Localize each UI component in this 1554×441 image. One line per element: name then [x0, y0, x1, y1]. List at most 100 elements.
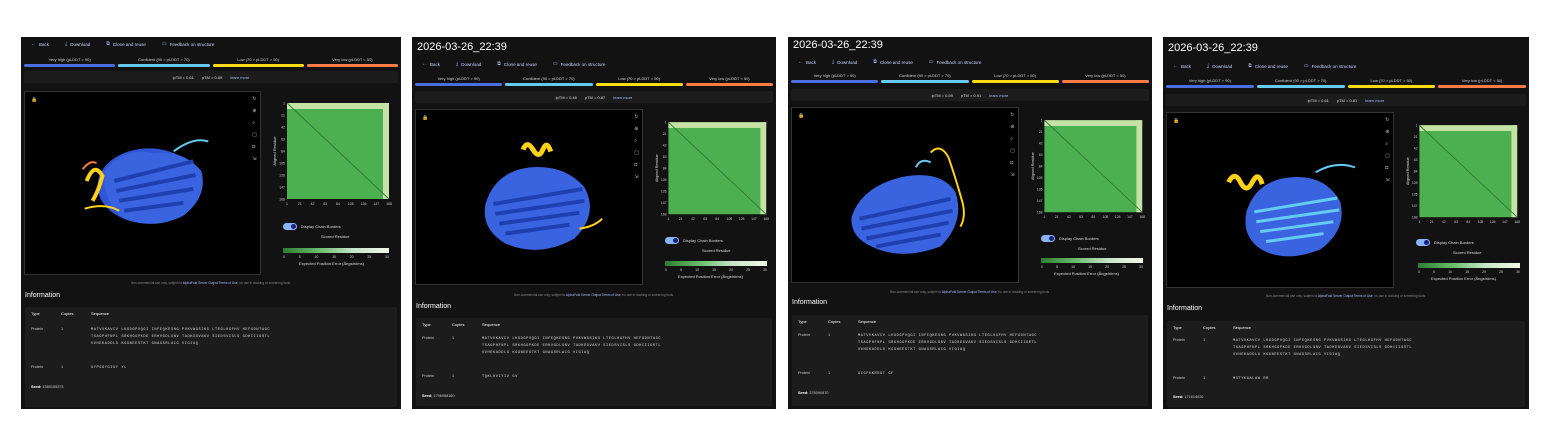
legend-confident: Confident (90 > pLDDT > 70)	[1256, 77, 1345, 88]
pae-high-error-band	[1511, 125, 1518, 218]
learn-more-link[interactable]: learn more	[989, 93, 1008, 98]
clone-button[interactable]: ⧉ Clone and reuse	[106, 41, 146, 47]
pae-x-tick: 63	[1454, 220, 1458, 224]
select-icon[interactable]: ▢	[252, 132, 257, 138]
measure-icon[interactable]: ⇲	[1010, 172, 1015, 178]
clone-icon: ⧉	[873, 59, 877, 65]
zoom-icon[interactable]: ⌕	[634, 138, 639, 144]
download-button[interactable]: ⤓ Download	[832, 59, 857, 65]
pae-x-tick: 21	[1430, 220, 1434, 224]
feedback-button[interactable]: ▭ Feedback on structure	[1304, 63, 1357, 69]
back-button[interactable]: ← Back	[1173, 63, 1191, 69]
pae-x-tick: 1	[286, 202, 288, 206]
select-icon[interactable]: ▢	[1010, 148, 1015, 154]
feedback-button[interactable]: ▭ Feedback on structure	[553, 61, 606, 67]
terms-link[interactable]: AlphaFold Server Output Terms of Use	[1318, 294, 1373, 298]
info-header: Type Copies Sequence	[31, 311, 110, 316]
info-row-2: Protein 1 MSTYKGALAW RR	[1173, 376, 1269, 381]
select-icon[interactable]: ▢	[1385, 153, 1390, 159]
target-icon[interactable]: ⊕	[634, 126, 639, 132]
back-button[interactable]: ← Back	[31, 41, 49, 47]
info-row-1: Protein 1 MATVVKAVCV LKGDGPVQGI INFEQKESNG…	[31, 327, 271, 346]
pae-x-tick: 168	[1514, 220, 1520, 224]
pae-y-tick: 147	[661, 201, 667, 205]
measure-icon[interactable]: ⇲	[634, 174, 639, 180]
chain-borders-toggle-row: Display Chain Borders	[1416, 239, 1474, 246]
clone-icon: ⧉	[1248, 63, 1252, 69]
pae-x-tick: 42	[1442, 220, 1446, 224]
pae-y-axis-label: Aligned Residue	[655, 154, 659, 182]
target-icon[interactable]: ⊕	[1385, 129, 1390, 135]
terms-link[interactable]: AlphaFold Server Output Terms of Use	[183, 281, 238, 285]
structure-viewer[interactable]: 🔒 ↻ ⊕ ⌕ ▢ ◘ ⇲	[415, 109, 643, 285]
pae-y-tick: 42	[1414, 147, 1418, 151]
zoom-icon[interactable]: ⌕	[252, 120, 257, 126]
learn-more-link[interactable]: learn more	[1365, 98, 1384, 103]
select-icon[interactable]: ▢	[634, 150, 639, 156]
download-button[interactable]: ⤓ Download	[1207, 63, 1232, 69]
scored-residue-label: Scored Residue	[1078, 246, 1107, 251]
terms-link[interactable]: AlphaFold Server Output Terms of Use	[942, 290, 997, 294]
protein-structure-render	[851, 147, 965, 254]
zoom-icon[interactable]: ⌕	[1385, 141, 1390, 147]
clone-button[interactable]: ⧉ Clone and reuse	[1248, 63, 1288, 69]
target-icon[interactable]: ⊕	[1010, 124, 1015, 130]
download-button[interactable]: ⤓ Download	[456, 61, 481, 67]
pae-y-tick: 21	[1039, 130, 1043, 134]
pae-y-tick: 42	[663, 144, 667, 148]
info-row-1: Protein 1 MATVVKAVCV LKGDGPVQGI INFEQKESNG…	[422, 336, 662, 355]
camera-icon[interactable]: ◘	[1010, 160, 1015, 166]
feedback-button[interactable]: ▭ Feedback on structure	[162, 41, 215, 47]
back-button[interactable]: ← Back	[798, 59, 816, 65]
clone-button[interactable]: ⧉ Clone and reuse	[497, 61, 537, 67]
rotate-icon[interactable]: ↻	[1010, 112, 1015, 118]
clone-button[interactable]: ⧉ Clone and reuse	[873, 59, 913, 65]
metrics-bar: ipTM = 0.61 pTM = 0.81 learn more	[1166, 94, 1526, 106]
pae-x-tick: 126	[1115, 215, 1121, 219]
rotate-icon[interactable]: ↻	[1385, 117, 1390, 123]
chain-borders-toggle[interactable]	[1041, 235, 1055, 242]
lock-icon[interactable]: 🔒	[31, 97, 37, 103]
measure-icon[interactable]: ⇲	[252, 156, 257, 162]
legend-confident: Confident (90 > pLDDT > 70)	[881, 72, 969, 83]
back-button[interactable]: ← Back	[422, 61, 440, 67]
structure-viewer[interactable]: 🔒 ↻ ⊕ ⌕ ▢ ◘ ⇲	[1166, 112, 1394, 288]
structure-viewer[interactable]: 🔒 ↻ ⊕ ⌕ ▢ ◘ ⇲	[791, 107, 1019, 283]
pae-y-tick: 168	[1037, 211, 1043, 215]
rotate-icon[interactable]: ↻	[252, 96, 257, 102]
pae-x-tick: 42	[1067, 215, 1071, 219]
camera-icon[interactable]: ◘	[1385, 165, 1390, 171]
pae-y-tick: 21	[663, 132, 667, 136]
chain-borders-toggle[interactable]	[1416, 239, 1430, 246]
download-icon: ⤓	[1207, 63, 1210, 69]
pae-high-error-band	[668, 122, 767, 128]
pae-y-tick: 147	[1412, 204, 1418, 208]
lock-icon[interactable]: 🔒	[798, 113, 804, 119]
structure-viewer[interactable]: 🔒 ↻ ⊕ ⌕ ▢ ◘ ⇲	[24, 91, 261, 275]
legend-very-high: Very high (pLDDT > 90)	[24, 56, 116, 67]
measure-icon[interactable]: ⇲	[1385, 177, 1390, 183]
learn-more-link[interactable]: learn more	[613, 95, 632, 100]
feedback-icon: ▭	[552, 61, 558, 67]
pae-y-tick: 84	[1414, 170, 1418, 174]
camera-icon[interactable]: ◘	[252, 144, 257, 150]
pae-x-tick: 168	[386, 202, 392, 206]
target-icon[interactable]: ⊕	[252, 108, 257, 114]
terms-link[interactable]: AlphaFold Server Output Terms of Use	[566, 293, 621, 297]
zoom-icon[interactable]: ⌕	[1010, 136, 1015, 142]
information-table: Type Copies Sequence Protein 1 MATVVKAVCV LK…	[792, 315, 1148, 406]
rotate-icon[interactable]: ↻	[634, 114, 639, 120]
ptm-value: pTM = 0.87	[584, 94, 606, 100]
chain-borders-toggle[interactable]	[665, 237, 679, 244]
lock-icon[interactable]: 🔒	[422, 115, 428, 121]
chain-borders-toggle[interactable]	[283, 223, 297, 230]
feedback-button[interactable]: ▭ Feedback on structure	[929, 59, 982, 65]
plddt-legend: Very high (pLDDT > 90) Confident (90 > p…	[415, 75, 773, 86]
camera-icon[interactable]: ◘	[634, 162, 639, 168]
pae-y-tick: 126	[1412, 193, 1418, 197]
terms-notice: Non-commercial use only, subject to Alph…	[889, 290, 1051, 294]
pae-y-tick: 105	[279, 162, 285, 166]
learn-more-link[interactable]: learn more	[230, 75, 249, 80]
lock-icon[interactable]: 🔒	[1173, 118, 1179, 124]
download-button[interactable]: ⤓ Download	[65, 41, 90, 47]
